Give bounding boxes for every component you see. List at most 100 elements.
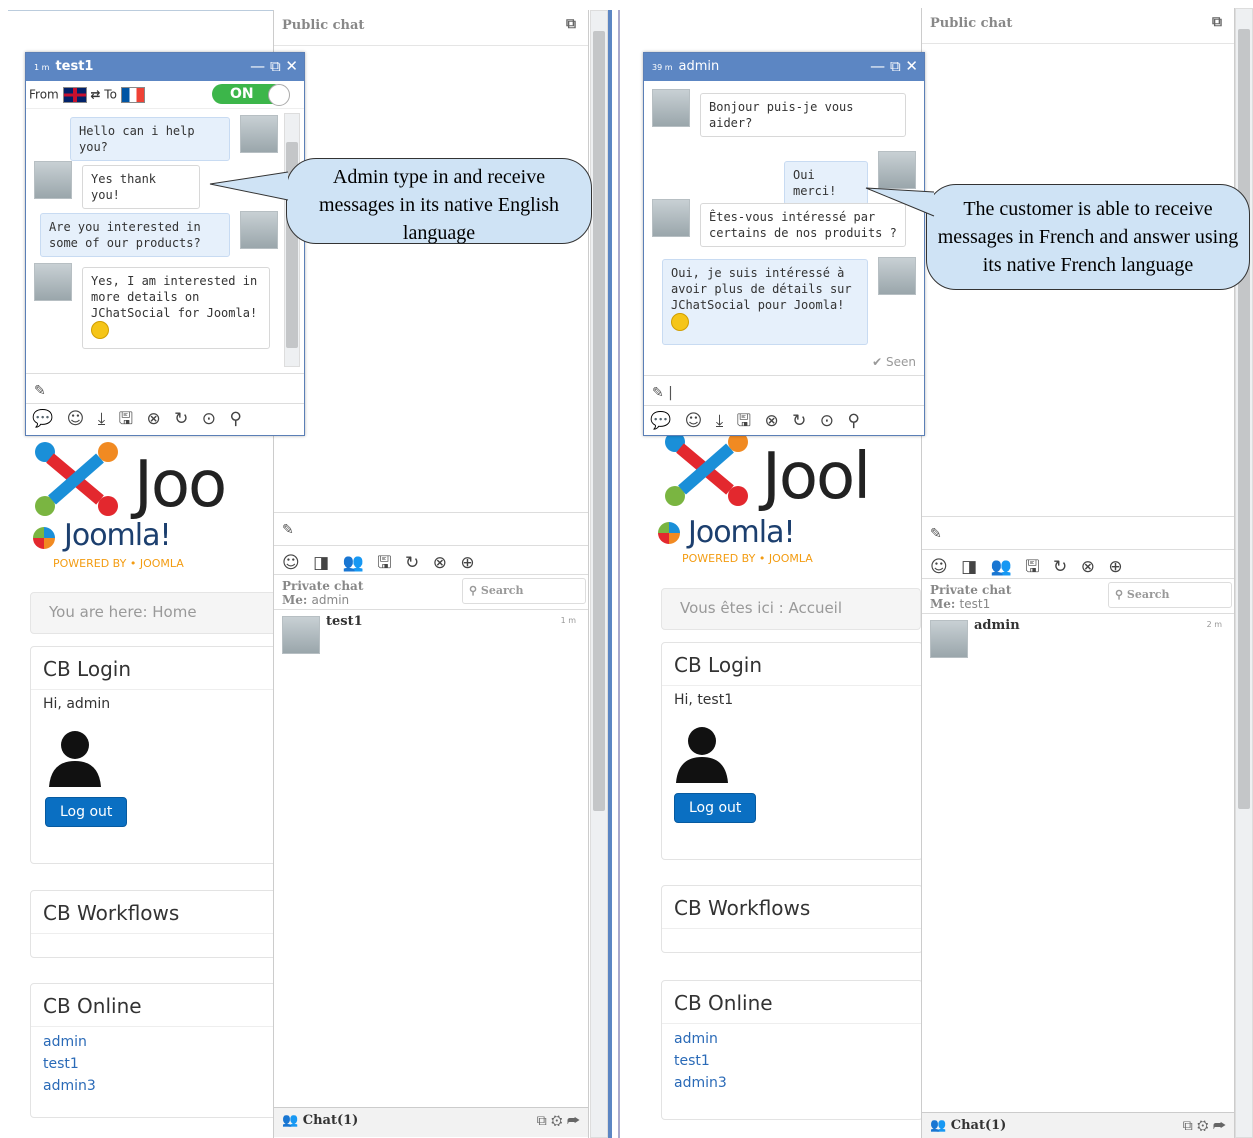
pencil-icon: ✎ bbox=[930, 526, 942, 542]
cb-workflows-module: CB Workflows bbox=[661, 885, 923, 953]
pencil-icon: ✎ bbox=[34, 383, 46, 399]
cb-login-module: CB Login Hi, test1 Log out bbox=[661, 642, 923, 860]
chat-count: Chat(1) bbox=[302, 1113, 359, 1128]
message-list: Hello can i help you? Yes thank you! Are… bbox=[26, 109, 304, 373]
top-strip bbox=[8, 10, 273, 11]
chat-toolbar[interactable]: 💬 ☺ ⤓ 🖫 ⊗ ↻ ⊙ ⚲ bbox=[644, 405, 924, 435]
public-chat-title: Public chat ⧉ bbox=[922, 8, 1234, 44]
callout-pointer bbox=[865, 187, 935, 217]
user-row[interactable]: test1 1 m bbox=[274, 610, 588, 660]
avatar bbox=[878, 257, 916, 295]
cb-online-title: CB Online bbox=[31, 984, 279, 1027]
page-scrollbar[interactable] bbox=[1235, 8, 1253, 1138]
me-label: Me: bbox=[282, 593, 308, 607]
bottom-bar-icons[interactable]: ⧉ ⚙ ➦ bbox=[537, 1113, 580, 1129]
chat-bottom-bar[interactable]: 👥 Chat(1) ⧉ ⚙ ➦ bbox=[274, 1107, 588, 1137]
bottom-bar-icons[interactable]: ⧉ ⚙ ➦ bbox=[1183, 1118, 1226, 1134]
logout-button[interactable]: Log out bbox=[45, 797, 128, 827]
message-bubble: Oui, je suis intéressé à avoir plus de d… bbox=[662, 259, 868, 345]
users-icon: 👥 bbox=[282, 1113, 299, 1128]
cb-workflows-title: CB Workflows bbox=[31, 891, 279, 934]
avatar bbox=[240, 211, 278, 249]
chat-input[interactable]: ✎ | bbox=[644, 375, 924, 405]
breadcrumb: You are here: Home bbox=[30, 592, 280, 634]
cb-login-title: CB Login bbox=[662, 643, 922, 686]
joomla-small-icon bbox=[658, 522, 680, 544]
translation-bar: From ⇄ To ON bbox=[26, 81, 304, 109]
window-controls[interactable]: — ⧉ ✕ bbox=[870, 57, 918, 75]
online-user-link[interactable]: test1 bbox=[31, 1053, 279, 1075]
user-silhouette-icon bbox=[45, 729, 105, 791]
chat-window-header[interactable]: 39 m admin — ⧉ ✕ bbox=[644, 53, 924, 81]
chat-scrollbar[interactable] bbox=[284, 113, 300, 367]
chat-user: test1 bbox=[55, 59, 94, 74]
search-input[interactable]: ⚲ Search bbox=[462, 578, 586, 604]
greeting: Hi, test1 bbox=[674, 692, 734, 708]
private-chat-header: Private chat Me: test1 ⚲ Search bbox=[922, 578, 1234, 614]
private-chat-header: Private chat Me: admin ⚲ Search bbox=[274, 574, 588, 610]
chat-window: 39 m admin — ⧉ ✕ Bonjour puis-je vous aid… bbox=[643, 52, 925, 436]
user-time: 2 m bbox=[1206, 620, 1222, 629]
chat-bottom-bar[interactable]: 👥 Chat(1) ⧉ ⚙ ➦ bbox=[922, 1112, 1234, 1138]
joomla-logo bbox=[30, 440, 130, 520]
user-name: admin bbox=[974, 618, 1020, 633]
smiley-icon bbox=[91, 321, 109, 339]
to-label: To bbox=[104, 87, 117, 102]
chat-side-panel: Public chat ⧉ ✎ ☺ ◨ 👥 🖫 ↻ ⊗ ⊕ Private ch… bbox=[921, 8, 1235, 1138]
scroll-thumb[interactable] bbox=[1238, 29, 1250, 809]
online-user-link[interactable]: admin bbox=[662, 1028, 922, 1050]
message-bubble: Bonjour puis-je vous aider? bbox=[700, 93, 906, 137]
chat-input[interactable]: ✎ bbox=[26, 373, 304, 403]
powered-by: POWERED BY • JOOMLA bbox=[682, 552, 813, 565]
chat-window-header[interactable]: 1 m test1 — ⧉ ✕ bbox=[26, 53, 304, 81]
message-bubble: Oui merci! bbox=[784, 161, 868, 205]
greeting: Hi, admin bbox=[43, 696, 111, 712]
scroll-thumb[interactable] bbox=[593, 31, 605, 811]
smiley-icon bbox=[671, 313, 689, 331]
left-screen: Joo Joomla! POWERED BY • JOOMLA You are … bbox=[0, 0, 612, 1138]
public-chat-input[interactable]: ✎ bbox=[274, 512, 588, 546]
panel-toolbar[interactable]: ☺ ◨ 👥 🖫 ↻ ⊗ ⊕ bbox=[274, 546, 588, 574]
online-user-link[interactable]: admin bbox=[31, 1031, 279, 1053]
swap-icon[interactable]: ⇄ bbox=[90, 88, 100, 102]
online-user-link[interactable]: admin3 bbox=[662, 1072, 922, 1094]
popout-icon[interactable]: ⧉ bbox=[1212, 14, 1222, 30]
cb-login-title: CB Login bbox=[31, 647, 279, 690]
user-row[interactable]: admin 2 m bbox=[922, 614, 1234, 664]
popout-icon[interactable]: ⧉ bbox=[566, 16, 576, 32]
panel-scrollbar[interactable] bbox=[590, 10, 608, 1138]
public-chat-input[interactable]: ✎ bbox=[922, 516, 1234, 550]
joomla-wordmark: Joo bbox=[134, 448, 227, 522]
joomla-small-wordmark: Joomla! bbox=[64, 518, 172, 553]
online-user-link[interactable]: test1 bbox=[662, 1050, 922, 1072]
avatar bbox=[930, 620, 968, 658]
search-icon: ⚲ bbox=[469, 584, 478, 597]
joomla-small-wordmark: Joomla! bbox=[688, 515, 796, 550]
uk-flag-icon[interactable] bbox=[62, 87, 87, 103]
france-flag-icon[interactable] bbox=[120, 87, 145, 103]
toggle-knob bbox=[268, 84, 290, 106]
chat-toolbar[interactable]: 💬 ☺ ⤓ 🖫 ⊗ ↻ ⊙ ⚲ bbox=[26, 403, 304, 433]
message-list: Bonjour puis-je vous aider? Oui merci! Ê… bbox=[644, 81, 924, 375]
cb-online-module: CB Online admin test1 admin3 bbox=[30, 983, 280, 1118]
panel-toolbar[interactable]: ☺ ◨ 👥 🖫 ↻ ⊗ ⊕ bbox=[922, 550, 1234, 578]
avatar bbox=[652, 89, 690, 127]
callout-annotation: Admin type in and receive messages in it… bbox=[286, 158, 592, 244]
joomla-small-icon bbox=[33, 527, 55, 549]
cb-workflows-title: CB Workflows bbox=[662, 886, 922, 929]
right-screen: Jool Joomla! POWERED BY • JOOMLA Vous êt… bbox=[618, 0, 1253, 1138]
logout-button[interactable]: Log out bbox=[674, 793, 757, 823]
me-user: admin bbox=[311, 593, 350, 607]
cb-workflows-module: CB Workflows bbox=[30, 890, 280, 958]
window-controls[interactable]: — ⧉ ✕ bbox=[250, 57, 298, 75]
avatar bbox=[282, 616, 320, 654]
divider bbox=[608, 10, 612, 1138]
search-input[interactable]: ⚲ Search bbox=[1108, 582, 1232, 608]
message-bubble: Hello can i help you? bbox=[70, 117, 230, 161]
online-user-link[interactable]: admin3 bbox=[31, 1075, 279, 1097]
from-label: From bbox=[29, 87, 59, 102]
callout-pointer bbox=[209, 171, 289, 201]
callout-annotation: The customer is able to receive messages… bbox=[926, 184, 1250, 290]
avatar bbox=[34, 263, 72, 301]
cb-online-title: CB Online bbox=[662, 981, 922, 1024]
